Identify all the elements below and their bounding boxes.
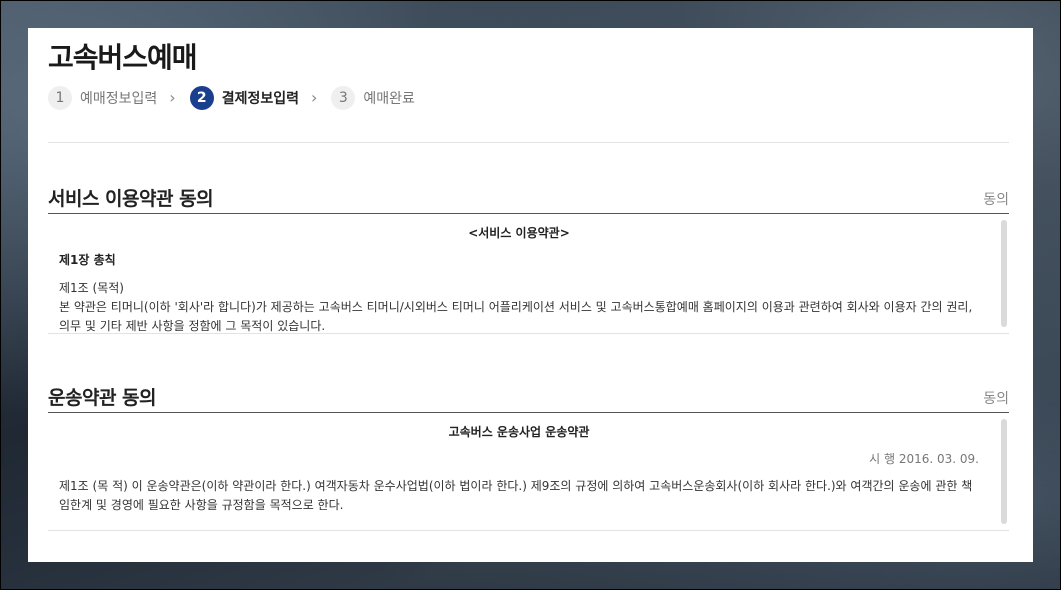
service-terms-scroll-thumb[interactable] — [1001, 220, 1007, 327]
chevron-right-icon: › — [310, 88, 318, 107]
service-terms-agree-button[interactable]: 동의 — [983, 189, 1009, 209]
step-2: 2 결제정보입력 — [189, 86, 299, 110]
reservation-panel: 고속버스예매 1 예매정보입력 › 2 결제정보입력 › 3 예매완료 서비스 … — [28, 28, 1033, 562]
service-terms-section: 서비스 이용약관 동의 동의 <서비스 이용약관> 제1장 총칙 제1조 (목적… — [48, 184, 1009, 334]
step-1: 1 예매정보입력 — [48, 86, 157, 110]
transport-terms-effective-date: 시 행 2016. 03. 09. — [869, 452, 979, 466]
transport-terms-section: 운송약관 동의 동의 고속버스 운송사업 운송약관 시 행 2016. 03. … — [48, 383, 1009, 531]
service-terms-chapter: 제1장 총칙 — [59, 253, 116, 267]
step-1-label: 예매정보입력 — [80, 91, 158, 107]
transport-terms-title: 운송약관 동의 — [48, 387, 157, 409]
service-terms-header: 서비스 이용약관 동의 동의 — [48, 184, 1009, 214]
step-1-number: 1 — [48, 86, 72, 110]
transport-terms-agree-button[interactable]: 동의 — [983, 388, 1009, 408]
step-2-label: 결제정보입력 — [221, 91, 299, 107]
chevron-right-icon: › — [169, 88, 176, 107]
step-3-number: 3 — [331, 86, 356, 110]
page-title: 고속버스예매 — [48, 41, 198, 74]
progress-steps: 1 예매정보입력 › 2 결제정보입력 › 3 예매완료 — [48, 86, 415, 110]
service-terms-article-body: 본 약관은 티머니(이하 '회사'라 합니다)가 제공하는 고속버스 티머니/시… — [59, 300, 973, 333]
transport-terms-article-body: 제1조 (목 적) 이 운송약관은(이하 약관이라 한다.) 여객자동차 운수사… — [59, 479, 973, 512]
service-terms-article-title: 제1조 (목적) — [59, 281, 124, 295]
service-terms-content[interactable]: <서비스 이용약관> 제1장 총칙 제1조 (목적) 본 약관은 티머니(이하 … — [48, 214, 1009, 334]
step-3: 3 예매완료 — [331, 86, 415, 110]
transport-terms-scroll-thumb[interactable] — [1001, 419, 1007, 524]
service-terms-heading: <서비스 이용약관> — [468, 226, 570, 240]
transport-terms-heading: 고속버스 운송사업 운송약관 — [448, 425, 590, 439]
step-2-number: 2 — [189, 86, 214, 110]
transport-terms-content[interactable]: 고속버스 운송사업 운송약관 시 행 2016. 03. 09. 제1조 (목 … — [48, 413, 1009, 531]
service-terms-scrollbar[interactable] — [1001, 220, 1007, 327]
step-3-label: 예매완료 — [363, 91, 415, 107]
service-terms-title: 서비스 이용약관 동의 — [48, 188, 214, 210]
divider — [48, 142, 1009, 143]
transport-terms-header: 운송약관 동의 동의 — [48, 383, 1009, 413]
transport-terms-scrollbar[interactable] — [1001, 419, 1007, 524]
